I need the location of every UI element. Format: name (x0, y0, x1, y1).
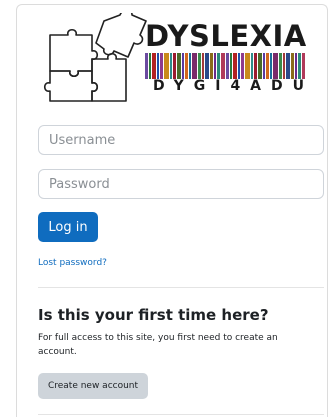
site-logo: DYSLEXIA DYGI4ADU (42, 13, 307, 107)
barcode-stripe (205, 53, 209, 79)
signup-heading: Is this your first time here? (38, 306, 269, 324)
barcode-stripe (230, 53, 232, 79)
barcode-stripe (245, 53, 250, 79)
login-page: DYSLEXIA DYGI4ADU Log in Lost password? … (0, 0, 336, 417)
barcode-stripe (221, 53, 225, 79)
barcode-stripe (202, 53, 204, 79)
password-input[interactable] (38, 169, 324, 199)
barcode-stripe (177, 53, 181, 79)
barcode-stripe (149, 53, 151, 79)
barcode-stripe (270, 53, 272, 79)
barcode-graphic (145, 53, 305, 79)
signup-description: For full access to this site, you first … (38, 333, 278, 357)
barcode-stripe (214, 53, 216, 79)
barcode-stripe (302, 53, 305, 79)
barcode-stripe (145, 53, 148, 79)
barcode-stripe (251, 53, 253, 79)
login-button[interactable]: Log in (38, 212, 98, 242)
barcode-stripe (164, 53, 169, 79)
username-input[interactable] (38, 125, 324, 155)
barcode-stripe (189, 53, 191, 79)
barcode-stripe (254, 53, 257, 79)
barcode-stripe (233, 53, 237, 79)
barcode-stripe (258, 53, 262, 79)
barcode-stripe (217, 53, 220, 79)
create-account-button[interactable]: Create new account (38, 373, 148, 399)
logo-title: DYSLEXIA (145, 19, 307, 53)
barcode-stripe (226, 53, 229, 79)
barcode-stripe (157, 53, 159, 79)
barcode-stripe (295, 53, 297, 79)
barcode-stripe (210, 53, 213, 79)
barcode-stripe (160, 53, 163, 79)
lost-password-link[interactable]: Lost password? (38, 258, 107, 268)
barcode-stripe (182, 53, 184, 79)
logo-subtitle: DYGI4ADU (153, 78, 315, 94)
barcode-stripe (238, 53, 240, 79)
barcode-stripe (241, 53, 244, 79)
barcode-stripe (279, 53, 282, 79)
barcode-stripe (173, 53, 176, 79)
barcode-stripe (266, 53, 269, 79)
barcode-stripe (170, 53, 172, 79)
barcode-stripe (152, 53, 156, 79)
section-divider (38, 287, 324, 288)
barcode-stripe (283, 53, 285, 79)
barcode-stripe (298, 53, 301, 79)
barcode-stripe (291, 53, 294, 79)
barcode-stripe (185, 53, 188, 79)
barcode-stripe (192, 53, 197, 79)
barcode-stripe (198, 53, 201, 79)
section-divider (38, 414, 324, 415)
barcode-stripe (263, 53, 265, 79)
barcode-stripe (273, 53, 278, 79)
barcode-stripe (286, 53, 290, 79)
